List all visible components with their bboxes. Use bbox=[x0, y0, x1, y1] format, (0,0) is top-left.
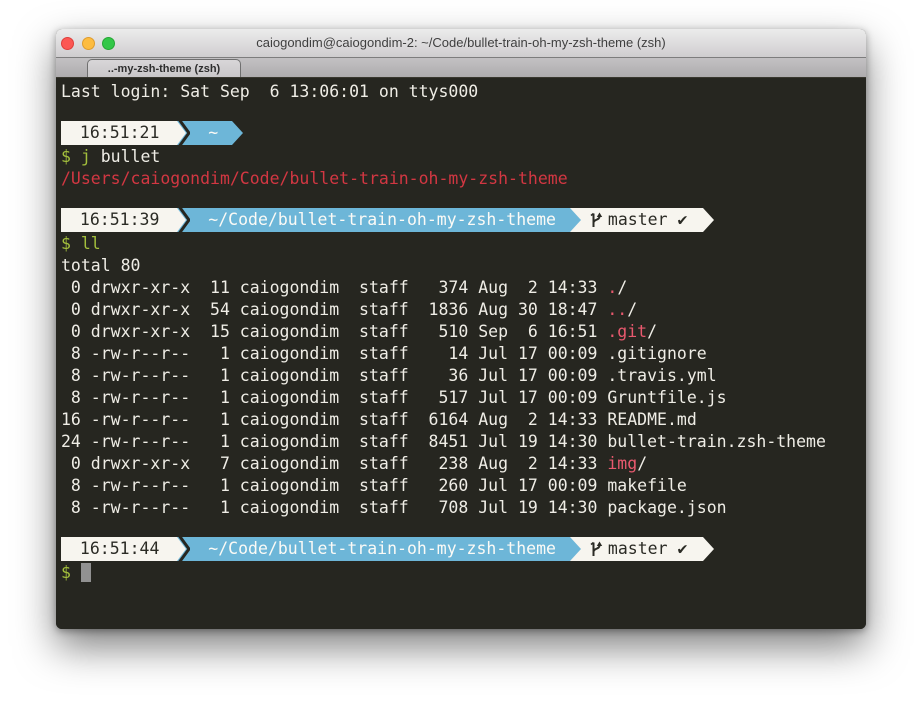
prompt-git-segment: master ✔ bbox=[583, 208, 703, 232]
powerline-arrow-icon bbox=[570, 537, 583, 561]
ls-row: 8 -rw-r--r-- 1 caiogondim staff 14 Jul 1… bbox=[61, 343, 866, 365]
tab-zsh[interactable]: ..-my-zsh-theme (zsh) bbox=[87, 59, 241, 77]
prompt-bar: 16:51:44 ~/Code/bullet-train-oh-my-zsh-t… bbox=[61, 537, 866, 561]
prompt-git-segment: master ✔ bbox=[583, 537, 703, 561]
powerline-arrow-icon bbox=[570, 208, 583, 232]
powerline-arrow-icon bbox=[177, 121, 190, 145]
ls-row: 8 -rw-r--r-- 1 caiogondim staff 517 Jul … bbox=[61, 387, 866, 409]
ls-row: 0 drwxr-xr-x 7 caiogondim staff 238 Aug … bbox=[61, 453, 866, 475]
ls-row: 0 drwxr-xr-x 54 caiogondim staff 1836 Au… bbox=[61, 299, 866, 321]
last-login-line: Last login: Sat Sep 6 13:06:01 on ttys00… bbox=[61, 81, 866, 103]
prompt-path-segment: ~ bbox=[190, 121, 232, 145]
current-command-line: $ bbox=[61, 562, 866, 584]
prompt-path-segment: ~/Code/bullet-train-oh-my-zsh-theme bbox=[190, 537, 570, 561]
powerline-arrow-icon bbox=[232, 121, 245, 145]
prompt-time-segment: 16:51:44 bbox=[61, 537, 177, 561]
ls-row: 16 -rw-r--r-- 1 caiogondim staff 6164 Au… bbox=[61, 409, 866, 431]
prompt-bar: 16:51:21 ~ bbox=[61, 121, 866, 145]
ls-total-line: total 80 bbox=[61, 255, 866, 277]
command-line: $ ll bbox=[61, 233, 866, 255]
ls-row: 8 -rw-r--r-- 1 caiogondim staff 708 Jul … bbox=[61, 497, 866, 519]
command-line: $ j bullet bbox=[61, 146, 866, 168]
tab-bar: ..-my-zsh-theme (zsh) bbox=[56, 58, 866, 79]
autojump-output: /Users/caiogondim/Code/bullet-train-oh-m… bbox=[61, 168, 866, 190]
powerline-arrow-icon bbox=[177, 537, 190, 561]
ls-row: 0 drwxr-xr-x 11 caiogondim staff 374 Aug… bbox=[61, 277, 866, 299]
powerline-arrow-icon bbox=[703, 208, 716, 232]
terminal-window: caiogondim@caiogondim-2: ~/Code/bullet-t… bbox=[56, 29, 866, 629]
prompt-path-segment: ~/Code/bullet-train-oh-my-zsh-theme bbox=[190, 208, 570, 232]
git-branch-icon bbox=[589, 539, 603, 559]
git-branch-icon bbox=[589, 210, 603, 230]
prompt-bar: 16:51:39 ~/Code/bullet-train-oh-my-zsh-t… bbox=[61, 208, 866, 232]
prompt-time-segment: 16:51:39 bbox=[61, 208, 177, 232]
window-titlebar: caiogondim@caiogondim-2: ~/Code/bullet-t… bbox=[56, 29, 866, 58]
prompt-time-segment: 16:51:21 bbox=[61, 121, 177, 145]
ls-row: 8 -rw-r--r-- 1 caiogondim staff 260 Jul … bbox=[61, 475, 866, 497]
terminal-cursor bbox=[81, 563, 91, 582]
ls-row: 24 -rw-r--r-- 1 caiogondim staff 8451 Ju… bbox=[61, 431, 866, 453]
powerline-arrow-icon bbox=[177, 208, 190, 232]
window-title: caiogondim@caiogondim-2: ~/Code/bullet-t… bbox=[56, 29, 866, 57]
terminal-screen[interactable]: Last login: Sat Sep 6 13:06:01 on ttys00… bbox=[56, 78, 866, 629]
ls-row: 0 drwxr-xr-x 15 caiogondim staff 510 Sep… bbox=[61, 321, 866, 343]
powerline-arrow-icon bbox=[703, 537, 716, 561]
ls-row: 8 -rw-r--r-- 1 caiogondim staff 36 Jul 1… bbox=[61, 365, 866, 387]
